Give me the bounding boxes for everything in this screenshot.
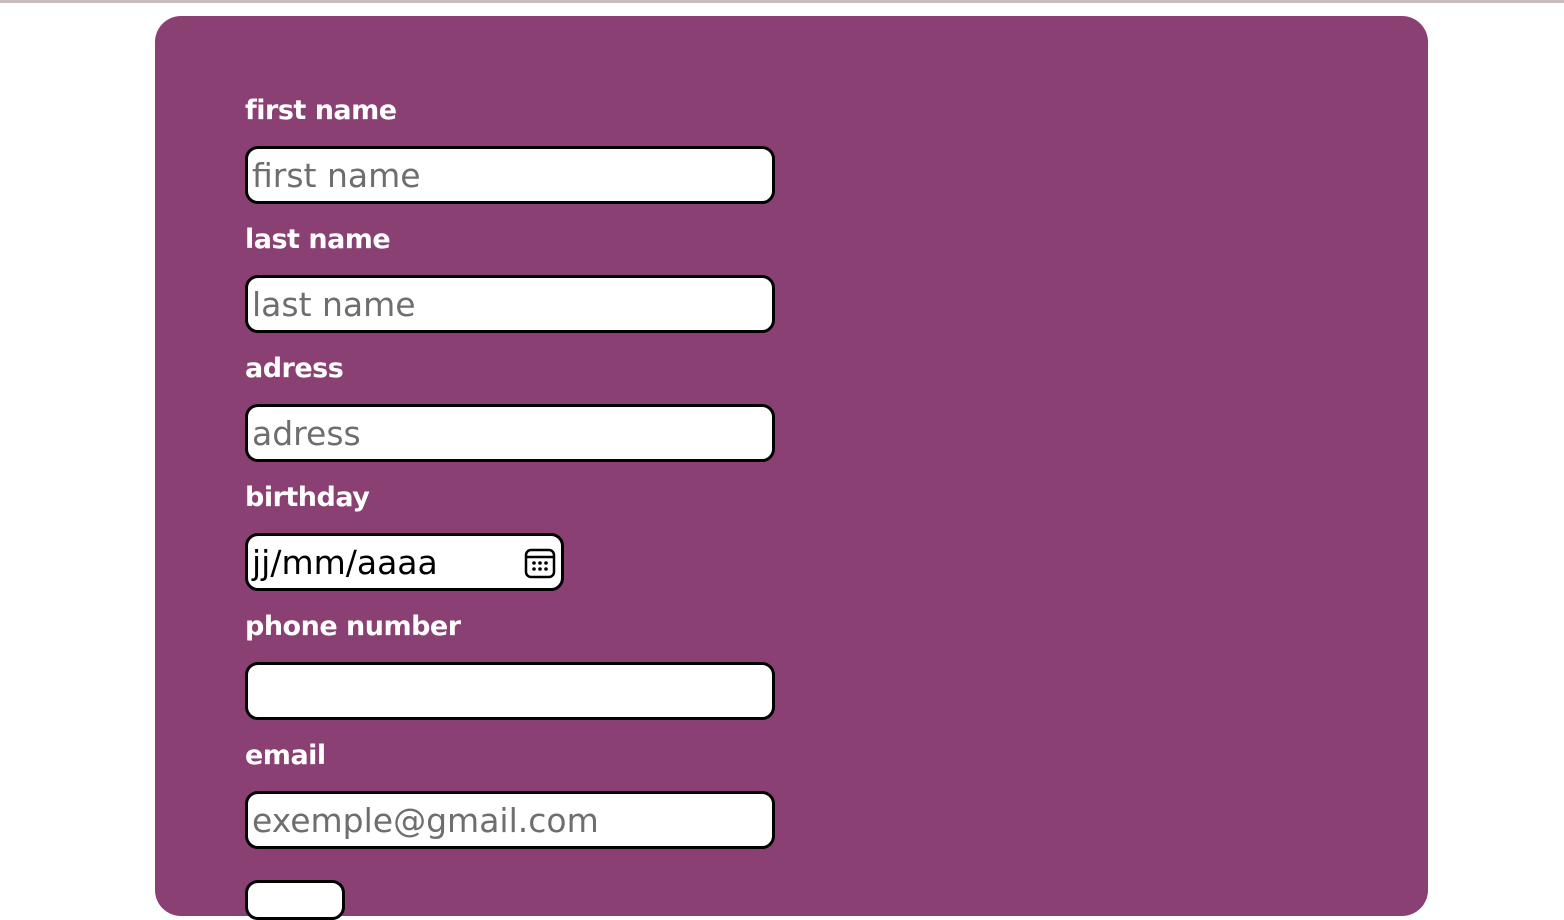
birthday-label: birthday bbox=[245, 482, 370, 513]
first-name-input[interactable] bbox=[245, 146, 775, 204]
birthday-date-value: jj/mm/aaaa bbox=[252, 543, 438, 582]
phone-number-input[interactable] bbox=[245, 662, 775, 720]
address-label: adress bbox=[245, 353, 344, 384]
top-border-line bbox=[0, 0, 1564, 3]
email-label: email bbox=[245, 740, 326, 771]
last-name-label: last name bbox=[245, 224, 391, 255]
birthday-date-input[interactable]: jj/mm/aaaa bbox=[245, 533, 564, 591]
last-name-input[interactable] bbox=[245, 275, 775, 333]
email-input[interactable] bbox=[245, 791, 775, 849]
submit-button[interactable] bbox=[245, 880, 345, 920]
phone-number-label: phone number bbox=[245, 611, 461, 642]
address-input[interactable] bbox=[245, 404, 775, 462]
first-name-label: first name bbox=[245, 95, 397, 126]
calendar-icon[interactable] bbox=[523, 546, 557, 580]
registration-form-card: first name last name adress birthday jj/… bbox=[155, 16, 1428, 920]
